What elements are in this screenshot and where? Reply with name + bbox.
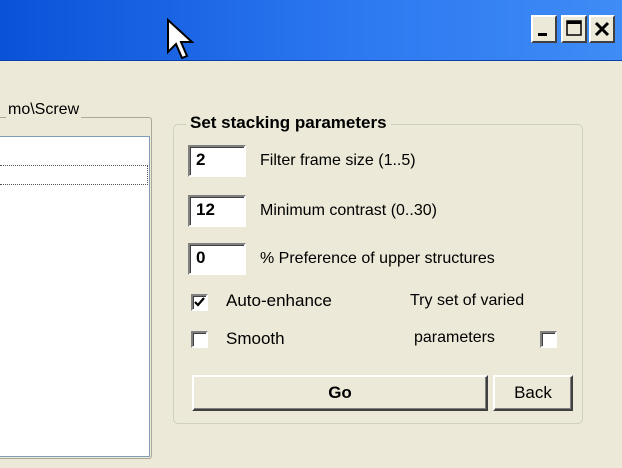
file-listbox[interactable] [0,136,150,457]
back-button[interactable]: Back [493,375,573,411]
minimum-contrast-label: Minimum contrast (0..30) [260,202,437,219]
folder-path-label: mo\Screw [6,101,82,119]
list-item-focused[interactable] [0,165,148,185]
group-title: Set stacking parameters [186,113,391,133]
auto-enhance-label: Auto-enhance [226,291,332,310]
maximize-icon [566,20,582,36]
smooth-checkbox[interactable] [191,331,208,348]
filter-frame-size-input[interactable]: 2 [188,145,246,177]
smooth-label: Smooth [226,329,285,348]
close-button[interactable] [589,15,615,43]
minimize-icon [538,33,547,36]
minimize-button[interactable] [531,15,557,43]
filter-frame-size-label: Filter frame size (1..5) [260,152,416,169]
upper-structures-preference-label: % Preference of upper structures [260,250,495,267]
mouse-cursor-icon [167,18,194,60]
maximize-button[interactable] [561,15,587,43]
close-icon [594,21,610,37]
title-bar[interactable] [0,0,622,61]
go-button[interactable]: Go [192,375,488,411]
try-varied-label-line1: Try set of varied [410,292,525,309]
try-varied-label-line2: parameters [414,329,495,346]
checkmark-icon [194,297,205,307]
upper-structures-preference-input[interactable]: 0 [188,243,246,275]
try-varied-parameters-checkbox[interactable] [540,331,557,348]
minimum-contrast-input[interactable]: 12 [188,195,246,227]
auto-enhance-checkbox[interactable] [191,294,208,311]
